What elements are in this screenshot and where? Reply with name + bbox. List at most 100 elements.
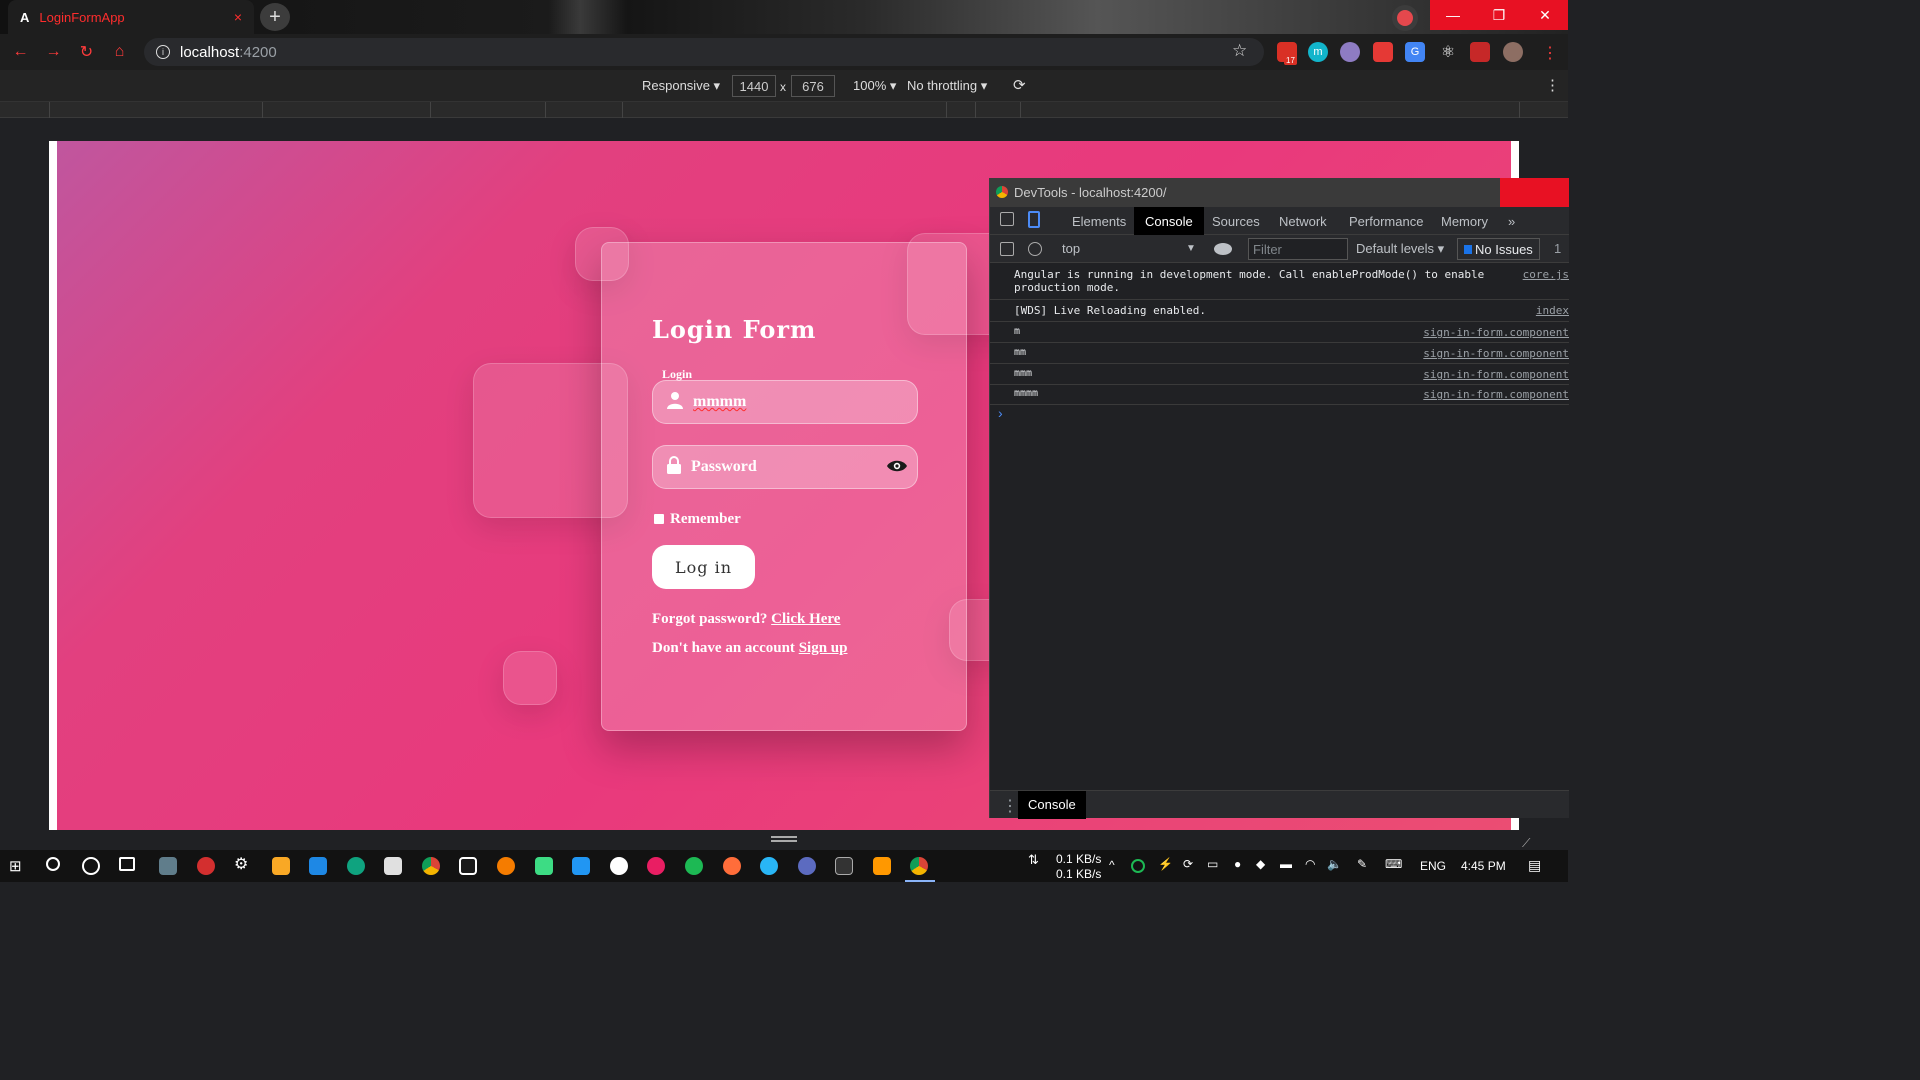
home-icon[interactable]: ⌂: [103, 43, 136, 61]
media-query-bar[interactable]: [0, 102, 1568, 118]
wifi-icon[interactable]: ◠: [1305, 857, 1315, 871]
microphone-icon[interactable]: ●: [1234, 857, 1241, 871]
rotate-icon[interactable]: ⟳: [1013, 76, 1026, 94]
more-tabs-icon[interactable]: »: [1508, 214, 1515, 229]
m-extension-icon[interactable]: m: [1308, 42, 1328, 62]
issues-button[interactable]: No Issues: [1457, 238, 1540, 260]
mail-icon[interactable]: [309, 857, 327, 875]
tab-console[interactable]: Console: [1134, 207, 1204, 235]
react-devtools-icon[interactable]: ⚛: [1438, 42, 1458, 62]
clock[interactable]: 4:45 PM: [1461, 859, 1506, 873]
language-indicator[interactable]: ENG: [1420, 859, 1446, 873]
viewport-height-input[interactable]: 676: [791, 75, 835, 97]
battery-icon[interactable]: ▬: [1280, 857, 1292, 871]
app-icon[interactable]: [798, 857, 816, 875]
devtools-close-button[interactable]: [1500, 178, 1569, 207]
translate-extension-icon[interactable]: G: [1405, 42, 1425, 62]
address-bar[interactable]: i localhost:4200 ☆: [144, 38, 1264, 66]
context-select[interactable]: top: [1062, 241, 1080, 256]
drop-extension-icon[interactable]: [1340, 42, 1360, 62]
tab-close-icon[interactable]: ×: [234, 9, 242, 25]
inspect-element-icon[interactable]: [1000, 212, 1014, 226]
postman-icon[interactable]: [723, 857, 741, 875]
tab-search-button[interactable]: [1392, 5, 1418, 31]
minimize-button[interactable]: —: [1430, 0, 1476, 30]
login-input[interactable]: mmmm: [652, 380, 918, 424]
context-dropdown-icon[interactable]: ▼: [1186, 243, 1196, 254]
devtools-titlebar[interactable]: DevTools - localhost:4200/: [990, 178, 1569, 207]
volume-icon[interactable]: 🔈: [1327, 857, 1342, 871]
tab-sources[interactable]: Sources: [1212, 214, 1260, 229]
windows-start-icon[interactable]: ⊞: [9, 857, 27, 875]
terminal-icon[interactable]: [835, 857, 853, 875]
search-icon[interactable]: [46, 857, 60, 871]
back-icon[interactable]: ←: [4, 43, 37, 61]
sublime-icon[interactable]: [873, 857, 891, 875]
app-icon[interactable]: [159, 857, 177, 875]
defender-icon[interactable]: ◆: [1256, 857, 1265, 871]
app-icon[interactable]: [610, 857, 628, 875]
login-button[interactable]: Log in: [652, 545, 755, 589]
bookmark-star-icon[interactable]: ☆: [1232, 41, 1247, 61]
edge-icon[interactable]: [347, 857, 365, 875]
show-password-icon[interactable]: [887, 459, 907, 478]
tray-sync-icon[interactable]: ⟳: [1183, 857, 1193, 871]
file-explorer-icon[interactable]: [272, 857, 290, 875]
drawer-menu-icon[interactable]: ⋮: [1002, 796, 1018, 816]
store-icon[interactable]: [384, 857, 402, 875]
task-view-icon[interactable]: [119, 857, 135, 871]
viewport-width-input[interactable]: 1440: [732, 75, 776, 97]
filter-input[interactable]: Filter: [1248, 238, 1348, 260]
console-message-source[interactable]: sign-in-form.component: [1423, 326, 1569, 339]
tab-memory[interactable]: Memory: [1441, 214, 1488, 229]
tab-network[interactable]: Network: [1279, 214, 1327, 229]
drawer-tab-console[interactable]: Console: [1018, 791, 1086, 819]
cortana-icon[interactable]: [82, 857, 100, 875]
tray-app-icon[interactable]: [1131, 859, 1145, 873]
new-tab-button[interactable]: +: [260, 3, 290, 31]
keyboard-icon[interactable]: ⌨: [1385, 857, 1402, 871]
forgot-password-link[interactable]: Click Here: [771, 611, 840, 627]
notifications-icon[interactable]: ▤: [1528, 857, 1541, 874]
zoom-select[interactable]: 100% ▾: [853, 78, 896, 94]
app-icon[interactable]: [497, 857, 515, 875]
tray-camera-icon[interactable]: ▭: [1207, 857, 1218, 871]
console-message-source[interactable]: core.js: [1523, 268, 1569, 281]
settings-gear-icon[interactable]: ⚙: [234, 854, 252, 873]
close-window-button[interactable]: ✕: [1522, 0, 1568, 30]
browser-menu-icon[interactable]: ⋮: [1542, 43, 1558, 63]
console-prompt[interactable]: ›: [998, 405, 1003, 421]
spotify-icon[interactable]: [685, 857, 703, 875]
show-hidden-icons-icon[interactable]: ^: [1109, 858, 1115, 872]
reload-icon[interactable]: ↻: [70, 42, 103, 62]
forward-icon[interactable]: →: [37, 43, 70, 61]
profile-avatar[interactable]: [1503, 42, 1523, 62]
browser-tab[interactable]: A LoginFormApp ×: [8, 0, 254, 34]
chrome-active-icon[interactable]: [910, 857, 928, 875]
console-message-source[interactable]: sign-in-form.component: [1423, 347, 1569, 360]
tray-app-icon[interactable]: ⚡: [1158, 857, 1173, 871]
tab-elements[interactable]: Elements: [1072, 214, 1126, 229]
pen-icon[interactable]: ✎: [1357, 857, 1367, 871]
app-icon[interactable]: [197, 857, 215, 875]
remember-checkbox[interactable]: [654, 514, 664, 524]
vscode-icon[interactable]: [572, 857, 590, 875]
intellij-icon[interactable]: [459, 857, 477, 875]
puzzle-extension-icon[interactable]: [1470, 42, 1490, 62]
device-mode-select[interactable]: Responsive ▾: [642, 78, 720, 94]
site-info-icon[interactable]: i: [156, 45, 170, 59]
sidebar-toggle-icon[interactable]: [1000, 242, 1014, 256]
live-expression-eye-icon[interactable]: [1214, 243, 1232, 255]
device-toggle-icon[interactable]: [1028, 211, 1040, 228]
device-more-icon[interactable]: ⋮: [1545, 76, 1560, 94]
adblock-extension-icon[interactable]: [1373, 42, 1393, 62]
signup-link[interactable]: Sign up: [799, 640, 848, 656]
console-message-source[interactable]: index: [1536, 304, 1569, 317]
slack-icon[interactable]: [647, 857, 665, 875]
levels-select[interactable]: Default levels ▾: [1356, 241, 1444, 257]
throttling-select[interactable]: No throttling ▾: [907, 78, 987, 94]
corner-resize-icon[interactable]: ⟋: [1522, 836, 1530, 851]
console-message-source[interactable]: sign-in-form.component: [1423, 368, 1569, 381]
console-message-source[interactable]: sign-in-form.component: [1423, 388, 1569, 401]
maximize-button[interactable]: ❐: [1476, 0, 1522, 30]
